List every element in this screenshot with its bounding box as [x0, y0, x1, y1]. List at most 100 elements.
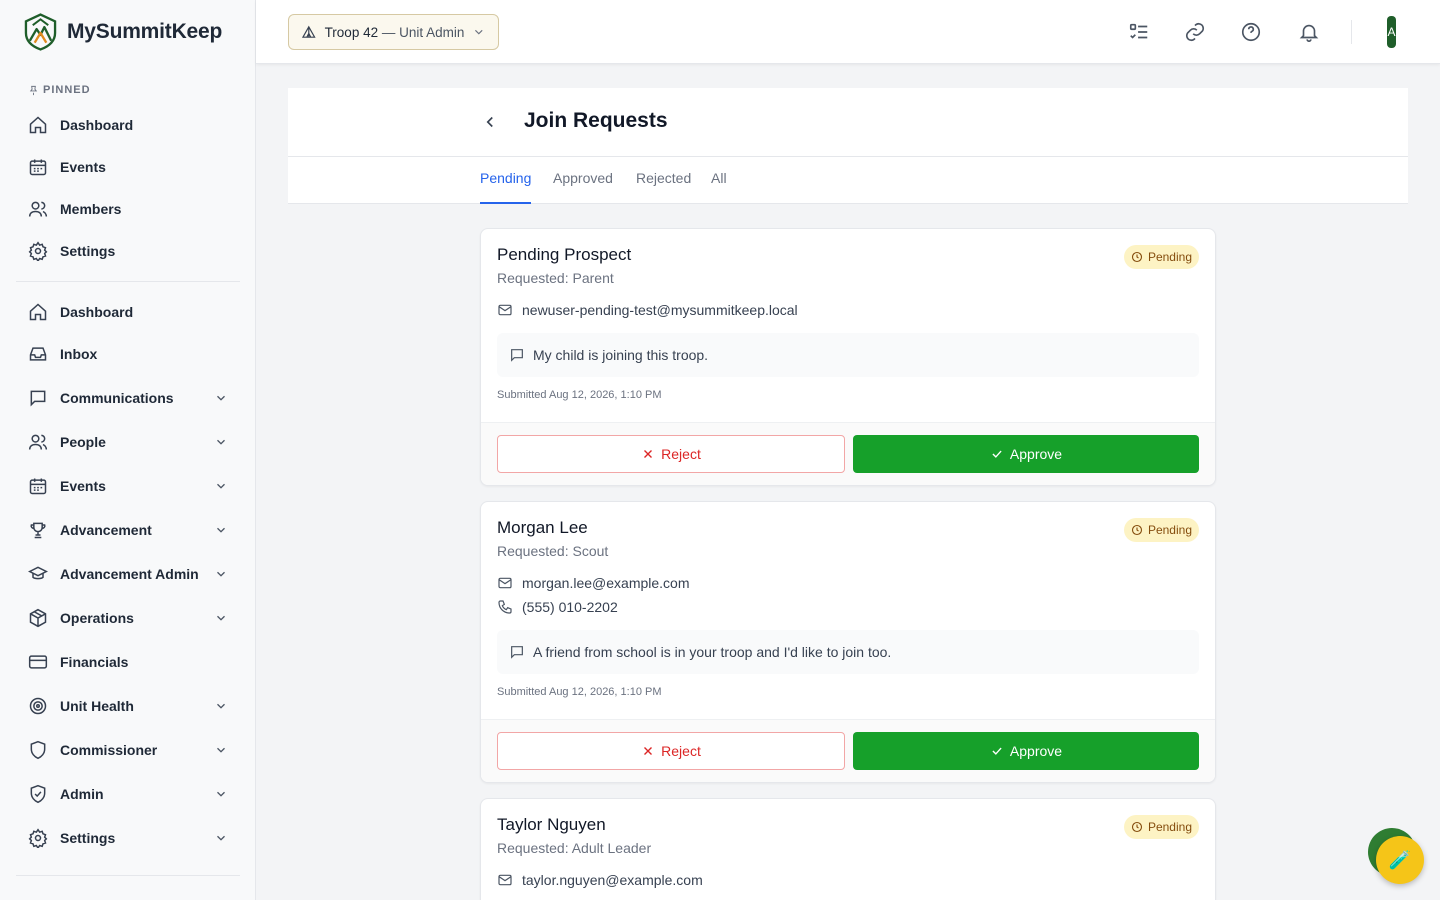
- checklist-icon[interactable]: [1127, 20, 1151, 44]
- link-icon[interactable]: [1183, 20, 1207, 44]
- phone-row: (555) 010-2202: [497, 599, 618, 615]
- email-text[interactable]: taylor.nguyen@example.com: [522, 872, 703, 888]
- pin-icon: [29, 85, 38, 95]
- check-icon: [992, 747, 1002, 755]
- sidebar-item-people[interactable]: People: [16, 422, 240, 462]
- approve-button[interactable]: Approve: [853, 435, 1199, 473]
- page-header: Join Requests Pending Approved Rejected …: [288, 88, 1408, 204]
- pinned-item-dashboard[interactable]: Dashboard: [16, 105, 240, 145]
- request-message: A friend from school is in your troop an…: [497, 630, 1199, 674]
- tab-pending[interactable]: Pending: [480, 170, 532, 204]
- gear-icon: [28, 828, 48, 848]
- package-icon: [28, 608, 48, 628]
- sidebar-item-events[interactable]: Events: [16, 466, 240, 506]
- sidebar-item-settings[interactable]: Settings: [16, 818, 240, 858]
- sidebar-item-dashboard[interactable]: Dashboard: [16, 292, 240, 332]
- phone-text[interactable]: (555) 010-2202: [522, 599, 618, 615]
- trophy-icon: [28, 520, 48, 540]
- shield-check-icon: [28, 784, 48, 804]
- tab-rejected[interactable]: Rejected: [636, 170, 691, 204]
- x-icon: [644, 747, 653, 755]
- pinned-item-settings[interactable]: Settings: [16, 231, 240, 271]
- email-text[interactable]: newuser-pending-test@mysummitkeep.local: [522, 302, 798, 318]
- unit-selector[interactable]: Troop 42 — Unit Admin: [288, 14, 499, 50]
- tab-approved[interactable]: Approved: [553, 170, 613, 204]
- gear-icon: [28, 241, 48, 261]
- requested-role: Requested: Scout: [497, 543, 609, 559]
- tab-all[interactable]: All: [711, 170, 727, 204]
- reject-button[interactable]: Reject: [497, 435, 845, 473]
- top-header: Troop 42 — Unit Admin A: [256, 0, 1440, 64]
- email-row: morgan.lee@example.com: [497, 575, 690, 591]
- status-badge: Pending: [1123, 518, 1199, 542]
- inbox-icon: [28, 344, 48, 364]
- mail-icon: [497, 872, 513, 888]
- calendar-icon: [28, 157, 48, 177]
- sidebar-item-inbox[interactable]: Inbox: [16, 334, 240, 374]
- mail-icon: [497, 575, 513, 591]
- pinned-item-events[interactable]: Events: [16, 147, 240, 187]
- users-icon: [28, 432, 48, 452]
- chevron-down-icon: [214, 391, 228, 405]
- message-icon: [509, 644, 525, 660]
- clock-icon: [1131, 821, 1143, 833]
- chevron-down-icon: [214, 479, 228, 493]
- brand[interactable]: MySummitKeep: [24, 13, 222, 51]
- mail-icon: [497, 302, 513, 318]
- sidebar-item-financials[interactable]: Financials: [16, 642, 240, 682]
- target-icon: [28, 696, 48, 716]
- sidebar-item-communications[interactable]: Communications: [16, 378, 240, 418]
- join-request-card: Pending Prospect Requested: Parent Pendi…: [480, 228, 1216, 486]
- sidebar: MySummitKeep PINNED Dashboard Events Mem…: [0, 0, 256, 900]
- chevron-down-icon: [475, 29, 483, 35]
- submitted-timestamp: Submitted Aug 12, 2026, 1:10 PM: [497, 389, 662, 401]
- bell-icon[interactable]: [1297, 20, 1321, 44]
- page-title: Join Requests: [524, 109, 668, 132]
- chevron-down-icon: [214, 831, 228, 845]
- avatar[interactable]: A: [1387, 16, 1396, 48]
- sidebar-item-advancement[interactable]: Advancement: [16, 510, 240, 550]
- clock-icon: [1131, 524, 1143, 536]
- chevron-down-icon: [214, 699, 228, 713]
- credit-card-icon: [28, 652, 48, 672]
- requested-role: Requested: Parent: [497, 270, 614, 286]
- home-icon: [28, 115, 48, 135]
- email-row: taylor.nguyen@example.com: [497, 872, 703, 888]
- sidebar-item-operations[interactable]: Operations: [16, 598, 240, 638]
- chevron-down-icon: [214, 743, 228, 757]
- unit-selector-label: Troop 42 — Unit Admin: [324, 24, 465, 40]
- submitted-timestamp: Submitted Aug 12, 2026, 1:10 PM: [497, 686, 662, 698]
- chevron-down-icon: [214, 567, 228, 581]
- chevron-down-icon: [214, 523, 228, 537]
- sidebar-item-admin[interactable]: Admin: [16, 774, 240, 814]
- card-actions: Reject Approve: [481, 719, 1215, 782]
- join-request-card: Morgan Lee Requested: Scout Pending morg…: [480, 501, 1216, 783]
- home-icon: [28, 302, 48, 322]
- sidebar-item-unit-health[interactable]: Unit Health: [16, 686, 240, 726]
- sidebar-divider: [16, 281, 240, 282]
- help-icon[interactable]: [1239, 20, 1263, 44]
- email-text[interactable]: morgan.lee@example.com: [522, 575, 690, 591]
- app-name: MySummitKeep: [67, 20, 223, 43]
- check-icon: [992, 450, 1002, 458]
- approve-button[interactable]: Approve: [853, 732, 1199, 770]
- sidebar-item-advancement-admin[interactable]: Advancement Admin: [16, 554, 240, 594]
- message-icon: [28, 388, 48, 408]
- sidebar-item-commissioner[interactable]: Commissioner: [16, 730, 240, 770]
- header-separator: [1351, 20, 1352, 44]
- status-badge: Pending: [1123, 245, 1199, 269]
- chevron-down-icon: [214, 611, 228, 625]
- card-actions: Reject Approve: [481, 422, 1215, 485]
- email-row: newuser-pending-test@mysummitkeep.local: [497, 302, 798, 318]
- users-icon: [28, 199, 48, 219]
- test-tube-icon[interactable]: 🧪: [1376, 836, 1424, 884]
- chevron-left-icon: [486, 116, 493, 128]
- reject-button[interactable]: Reject: [497, 732, 845, 770]
- sidebar-divider: [16, 875, 240, 876]
- chevron-down-icon: [214, 435, 228, 449]
- requester-name: Pending Prospect: [497, 245, 632, 264]
- back-button[interactable]: [480, 112, 500, 132]
- phone-icon: [497, 599, 513, 615]
- pinned-item-members[interactable]: Members: [16, 189, 240, 229]
- chevron-down-icon: [214, 787, 228, 801]
